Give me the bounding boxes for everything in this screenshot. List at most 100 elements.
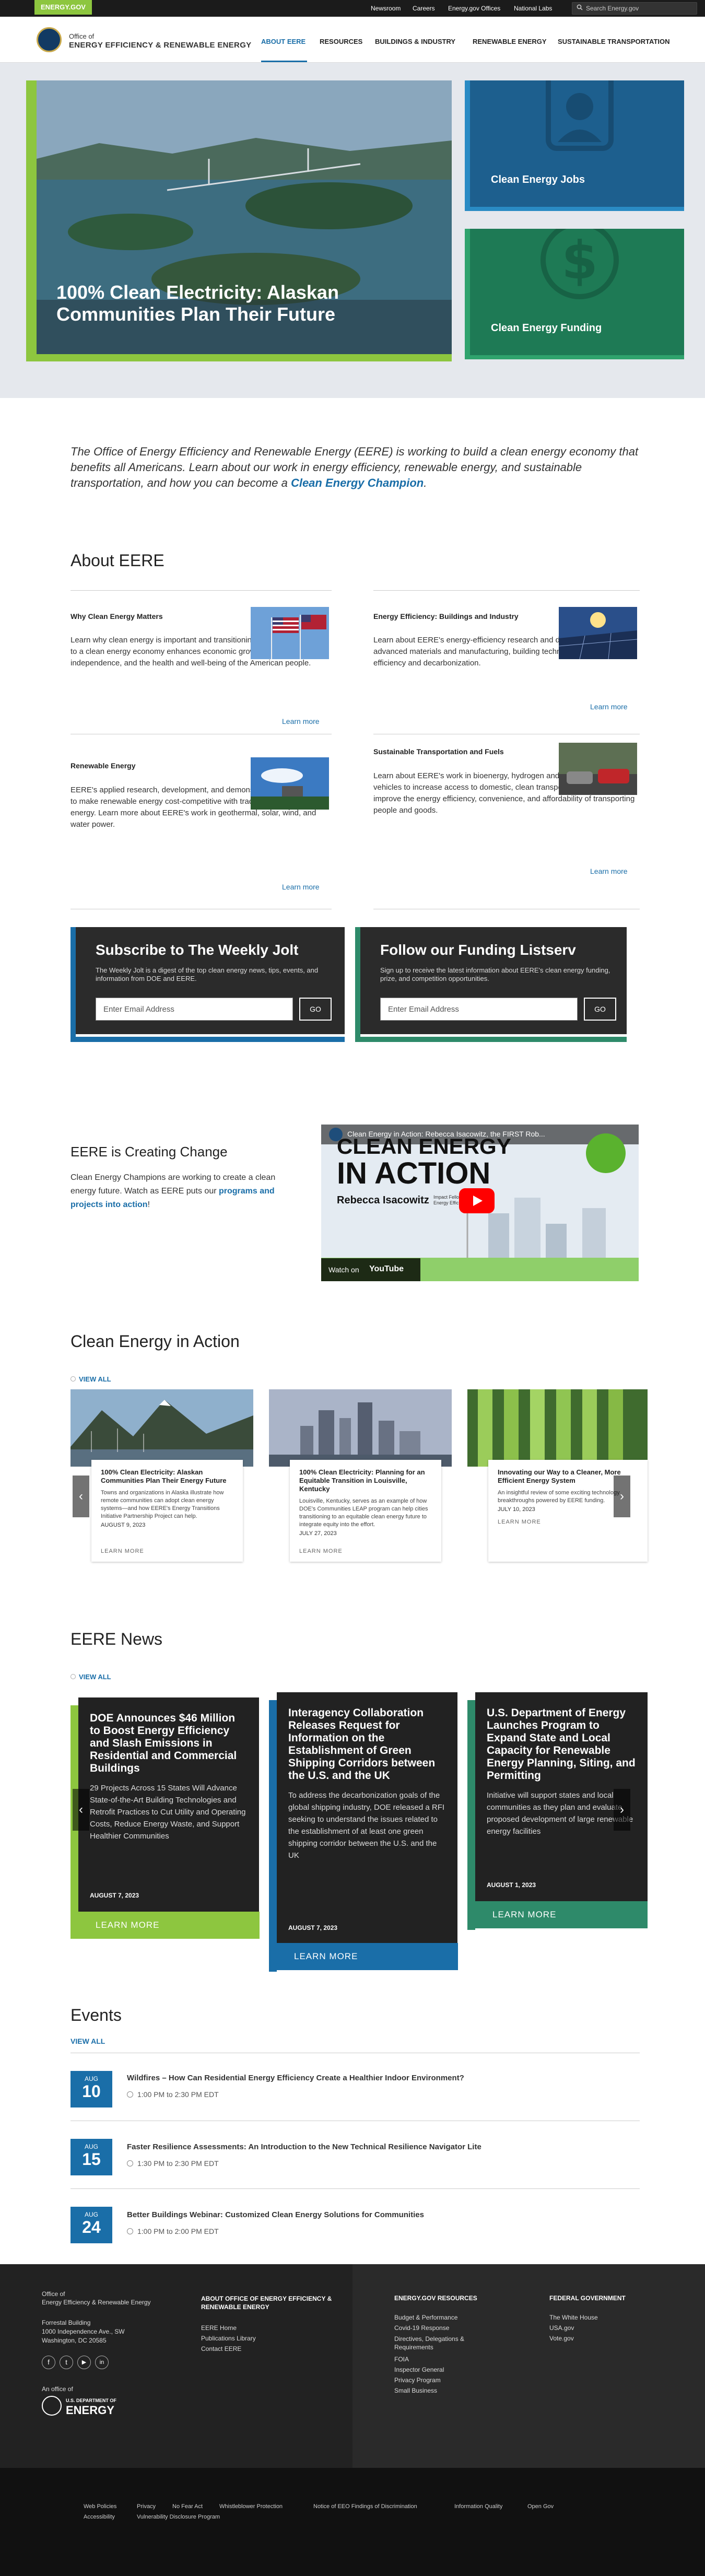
search-input[interactable]: Search Energy.gov (572, 2, 697, 15)
video-headline-2: IN ACTION (337, 1156, 491, 1190)
video-player[interactable]: Clean Energy in Action: Rebecca Isacowit… (321, 1125, 639, 1281)
footer-link[interactable]: Directives, Delegations & Requirements (394, 2335, 488, 2351)
footer-link[interactable]: EERE Home (201, 2324, 237, 2332)
events-view-all-link[interactable]: VIEW ALL (70, 2037, 105, 2045)
nav-active-indicator (261, 61, 307, 62)
top-link-careers[interactable]: Careers (413, 5, 435, 12)
listserv-email-input[interactable]: Enter Email Address (380, 998, 578, 1021)
news-carousel-next-button[interactable]: › (614, 1789, 630, 1831)
legal-link[interactable]: Accessibility (84, 2514, 115, 2520)
nav-renewable-energy[interactable]: RENEWABLE ENERGY (473, 38, 547, 45)
listserv-go-button[interactable]: GO (584, 998, 616, 1021)
news-card-learn-more[interactable]: LEARN MORE (70, 1912, 260, 1939)
news-card-learn-more[interactable]: LEARN MORE (294, 1951, 358, 1962)
about-item-title[interactable]: Energy Efficiency: Buildings and Industr… (373, 612, 519, 620)
about-eere-heading: About EERE (70, 551, 164, 570)
footer-link[interactable]: Covid-19 Response (394, 2324, 449, 2332)
footer-office-name[interactable]: Energy Efficiency & Renewable Energy (42, 2299, 151, 2306)
footer-link[interactable]: Contact EERE (201, 2345, 241, 2352)
learn-more-link[interactable]: Learn more (590, 867, 628, 875)
clean-energy-action-heading: Clean Energy in Action (70, 1332, 240, 1351)
news-card-footer[interactable]: LEARN MORE (269, 1943, 458, 1970)
news-card-title: U.S. Department of Energy Launches Progr… (487, 1707, 636, 1782)
hero-feature-card[interactable]: 100% Clean Electricity: Alaskan Communit… (26, 80, 452, 361)
about-item-title[interactable]: Renewable Energy (70, 762, 136, 770)
about-item-title[interactable]: Sustainable Transportation and Fuels (373, 747, 504, 756)
nav-about-eere[interactable]: ABOUT EERE (261, 38, 306, 45)
event-title-link[interactable]: Faster Resilience Assessments: An Introd… (127, 2142, 481, 2151)
watch-on-youtube-button[interactable]: Watch on YouTube (321, 1258, 420, 1281)
footer-link[interactable]: Publications Library (201, 2335, 256, 2342)
news-card-footer[interactable]: LEARN MORE (467, 1901, 648, 1928)
footer-link[interactable]: FOIA (394, 2356, 409, 2363)
twitter-icon[interactable]: t (60, 2356, 73, 2369)
nav-sustainable-transportation[interactable]: SUSTAINABLE TRANSPORTATION (558, 38, 670, 45)
legal-link[interactable]: Notice of EEO Findings of Discrimination (313, 2503, 417, 2510)
footer-link[interactable]: Privacy Program (394, 2376, 441, 2384)
top-link-offices[interactable]: Energy.gov Offices (448, 5, 500, 12)
learn-more-link[interactable]: Learn more (590, 702, 628, 711)
learn-more-link[interactable]: Learn more (282, 717, 320, 725)
news-card[interactable]: Interagency Collaboration Releases Reque… (277, 1692, 457, 1943)
news-card-learn-more[interactable]: LEARN MORE (492, 1910, 556, 1920)
news-card[interactable]: DOE Announces $46 Million to Boost Energ… (78, 1697, 259, 1912)
footer-building: Forrestal Building (42, 2319, 91, 2326)
wind-turbines-image (251, 757, 329, 810)
nav-buildings-industry[interactable]: BUILDINGS & INDUSTRY (375, 38, 455, 45)
news-card-footer[interactable]: LEARN MORE (70, 1912, 260, 1939)
linkedin-icon[interactable]: in (95, 2356, 109, 2369)
youtube-play-icon[interactable] (459, 1188, 495, 1213)
footer-office-of: Office of (42, 2290, 65, 2298)
action-card[interactable]: 100% Clean Electricity: Alaskan Communit… (91, 1460, 243, 1562)
footer-link[interactable]: Small Business (394, 2387, 437, 2394)
action-card-learn-more[interactable]: LEARN MORE (101, 1548, 144, 1554)
legal-link[interactable]: Web Policies (84, 2503, 116, 2510)
video-person-name: Rebecca Isacowitz (337, 1195, 429, 1206)
action-card-learn-more[interactable]: LEARN MORE (498, 1519, 541, 1525)
action-card[interactable]: 100% Clean Electricity: Planning for an … (290, 1460, 441, 1562)
news-view-all-link[interactable]: VIEW ALL (79, 1673, 111, 1681)
legal-link[interactable]: Open Gov (527, 2503, 554, 2510)
legal-link[interactable]: Privacy (137, 2503, 156, 2510)
top-link-labs[interactable]: National Labs (514, 5, 552, 12)
event-title-link[interactable]: Wildfires – How Can Residential Energy E… (127, 2074, 464, 2082)
top-link-newsroom[interactable]: Newsroom (371, 5, 401, 12)
facebook-icon[interactable]: f (42, 2356, 55, 2369)
legal-link[interactable]: Whistleblower Protection (219, 2503, 283, 2510)
hero-card-funding[interactable]: $ Clean Energy Funding (465, 229, 684, 359)
about-item-title[interactable]: Why Clean Energy Matters (70, 612, 163, 620)
footer-link[interactable]: USA.gov (549, 2324, 574, 2332)
footer-about-heading: ABOUT OFFICE OF ENERGY EFFICIENCY & RENE… (201, 2295, 332, 2311)
footer-link[interactable]: Vote.gov (549, 2335, 574, 2342)
footer-an-office-of: An office of (42, 2385, 73, 2393)
solar-panels-image (559, 607, 637, 659)
footer-link[interactable]: The White House (549, 2314, 598, 2321)
clean-energy-champion-link[interactable]: Clean Energy Champion (291, 476, 424, 489)
legal-link[interactable]: Information Quality (454, 2503, 502, 2510)
svg-text:$: $ (561, 230, 598, 291)
accent-bar (70, 927, 76, 1042)
news-carousel-prev-button[interactable]: ‹ (73, 1789, 89, 1831)
legal-link[interactable]: Vulnerability Disclosure Program (137, 2514, 220, 2520)
action-view-all-link[interactable]: VIEW ALL (79, 1375, 111, 1383)
footer-doe-logo[interactable]: ENERGY (66, 2404, 114, 2417)
energy-gov-logo[interactable]: ENERGY.GOV (34, 0, 92, 15)
learn-more-link[interactable]: Learn more (282, 883, 320, 891)
legal-link[interactable]: No Fear Act (172, 2503, 203, 2510)
action-carousel-next-button[interactable]: › (614, 1476, 630, 1517)
alaska-harbor-image (70, 1389, 253, 1467)
doe-seal-logo[interactable] (37, 27, 62, 52)
badge-icon (546, 80, 614, 151)
event-title-link[interactable]: Better Buildings Webinar: Customized Cle… (127, 2210, 424, 2219)
footer-link[interactable]: Budget & Performance (394, 2314, 457, 2321)
office-name[interactable]: ENERGY EFFICIENCY & RENEWABLE ENERGY (69, 41, 251, 50)
action-carousel-prev-button[interactable]: ‹ (73, 1476, 89, 1517)
footer-link[interactable]: Inspector General (394, 2366, 444, 2373)
jolt-email-input[interactable]: Enter Email Address (96, 998, 293, 1021)
utility-bar: ENERGY.GOV Newsroom Careers Energy.gov O… (0, 0, 705, 17)
action-card-learn-more[interactable]: LEARN MORE (299, 1548, 343, 1554)
youtube-icon[interactable]: ▶ (77, 2356, 91, 2369)
hero-card-jobs[interactable]: Clean Energy Jobs (465, 80, 684, 211)
nav-resources[interactable]: RESOURCES (320, 38, 362, 45)
jolt-go-button[interactable]: GO (299, 998, 332, 1021)
